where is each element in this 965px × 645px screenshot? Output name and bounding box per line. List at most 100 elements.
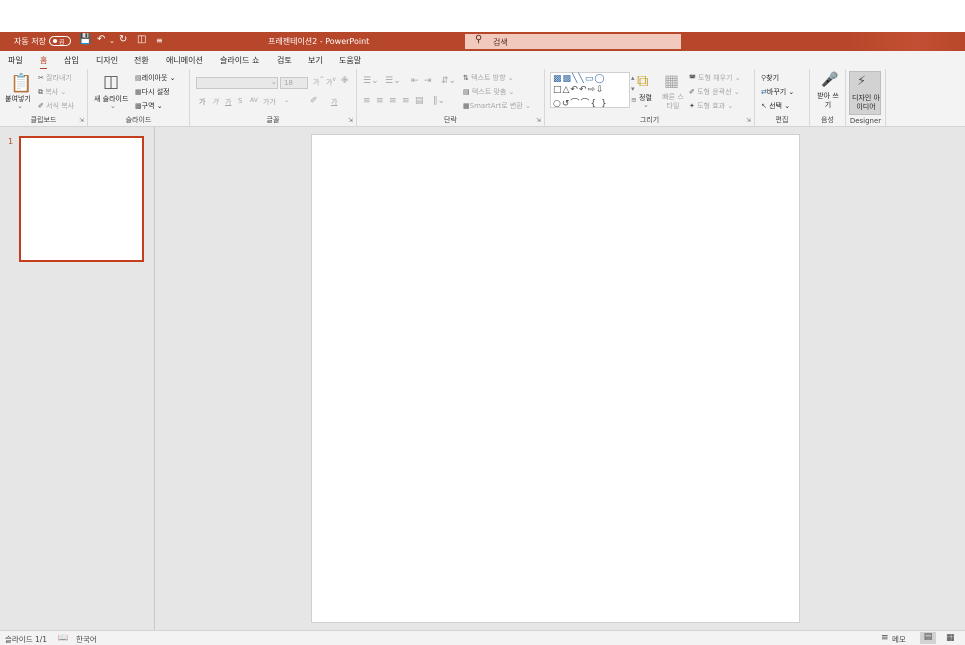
drawing-launcher-icon[interactable]: ⇲ [746, 117, 751, 124]
search-box[interactable]: ⚲ 검색 [465, 34, 681, 49]
fill-bucket-icon: ◚ [689, 74, 696, 82]
tab-file[interactable]: 파일 [8, 55, 23, 66]
justify-icon[interactable]: ≡ [402, 96, 410, 106]
microphone-icon[interactable]: 🎤 [821, 72, 838, 88]
shape-outline-label: 도형 윤곽선 [697, 88, 732, 96]
tab-transitions[interactable]: 전환 [134, 55, 149, 66]
arrange-dropdown-icon[interactable]: ⌄ [643, 101, 649, 109]
font-size-combo[interactable]: 18 [280, 77, 308, 89]
char-spacing-button[interactable]: AV [250, 97, 258, 104]
shapes-scroll-down-icon[interactable]: ▾ [631, 85, 635, 93]
reset-button[interactable]: ▦다시 설정 [135, 87, 170, 97]
shrink-font-button[interactable]: 가v [326, 77, 336, 87]
replace-label: 바꾸기 [766, 88, 787, 96]
new-slide-icon[interactable]: ◫ [103, 72, 119, 92]
normal-view-icon[interactable]: ▤ [920, 632, 936, 644]
more-font-dropdown-icon[interactable]: ⌄ [284, 97, 289, 104]
font-name-combo[interactable] [196, 77, 278, 89]
shape-effects-button[interactable]: ✦ 도형 효과 ⌄ [689, 101, 733, 111]
font-name-dropdown-icon[interactable]: ⌄ [271, 78, 277, 86]
redo-icon[interactable]: ↻ [119, 34, 127, 45]
slide-count: 슬라이드 1/1 [5, 635, 48, 644]
notes-button[interactable]: 메모 [892, 634, 906, 645]
clipboard-launcher-icon[interactable]: ⇲ [79, 117, 84, 124]
cursor-icon: ↖ [761, 102, 767, 110]
customize-qat-icon[interactable]: ≡ [156, 36, 163, 45]
account-area[interactable] [848, 32, 965, 51]
quick-styles-icon[interactable]: ▦ [664, 71, 679, 90]
replace-button[interactable]: ⇄바꾸기 ⌄ [761, 87, 794, 97]
find-button[interactable]: ⚲찾기 [761, 73, 779, 83]
bold-button[interactable]: 가 [199, 97, 205, 107]
autosave-label: 자동 저장 [14, 37, 46, 46]
language-indicator[interactable]: 한국어 [76, 634, 97, 645]
shapes-gallery[interactable]: ▩▩╲╲▭◯ □△↶↶⇨⇩ ○↺⌒⌒{ } [550, 72, 630, 109]
align-text-label: 텍스트 맞춤 [471, 88, 507, 96]
align-center-icon[interactable]: ≡ [376, 96, 384, 106]
shapes-row-2[interactable]: □△↶↶⇨⇩ [553, 85, 605, 95]
align-left-icon[interactable]: ≡ [363, 96, 371, 106]
tab-help[interactable]: 도움말 [339, 55, 361, 66]
shapes-scroll-up-icon[interactable]: ▴ [631, 74, 635, 82]
distributed-icon[interactable]: ▤ [415, 96, 424, 106]
italic-button[interactable]: 가 [212, 97, 218, 107]
tab-design[interactable]: 디자인 [96, 55, 118, 66]
undo-dropdown-icon[interactable]: ⌄ [109, 37, 115, 45]
columns-icon[interactable]: ∥⌄ [433, 96, 445, 106]
present-icon[interactable]: ◫ [137, 34, 146, 45]
increase-indent-icon[interactable]: ⇥ [424, 76, 432, 86]
numbering-icon[interactable]: ☰⌄ [385, 76, 401, 86]
shapes-more-icon[interactable]: ≡ [631, 96, 637, 104]
shapes-row-3[interactable]: ○↺⌒⌒{ } [553, 96, 608, 109]
dictate-button[interactable]: 받아 쓰기 [816, 92, 840, 110]
spell-check-icon[interactable]: 📖 [58, 633, 68, 642]
layout-button[interactable]: ▤레이아웃 ⌄ [135, 73, 175, 83]
design-ideas-button[interactable]: ⚡ 디자인 아이디어 [849, 71, 881, 115]
save-icon[interactable]: 💾 [79, 34, 91, 45]
font-launcher-icon[interactable]: ⇲ [348, 117, 353, 124]
shape-outline-button[interactable]: ✐ 도형 윤곽선 ⌄ [689, 87, 740, 97]
bullets-icon[interactable]: ☰⌄ [363, 76, 379, 86]
align-right-icon[interactable]: ≡ [389, 96, 397, 106]
tab-review[interactable]: 검토 [277, 55, 292, 66]
cut-button[interactable]: ✂ 잘라내기 [38, 73, 72, 83]
tab-animations[interactable]: 애니메이션 [166, 55, 203, 66]
font-color-button[interactable]: 가 [331, 97, 337, 107]
paragraph-launcher-icon[interactable]: ⇲ [536, 117, 541, 124]
autosave-toggle[interactable]: 끔 [49, 36, 71, 46]
new-slide-dropdown-icon[interactable]: ⌄ [110, 102, 116, 110]
copy-button[interactable]: ⧉ 복사 ⌄ [38, 87, 66, 97]
undo-icon[interactable]: ↶ [97, 34, 105, 45]
paste-icon[interactable]: 📋 [10, 73, 32, 94]
align-text-button[interactable]: ▤ 텍스트 맞춤 ⌄ [463, 87, 514, 97]
tab-home[interactable]: 홈 [40, 55, 48, 70]
change-case-button[interactable]: 가가 [263, 97, 276, 107]
shape-fill-button[interactable]: ◚ 도형 채우기 ⌄ [689, 73, 741, 83]
notes-icon[interactable]: ≡ [881, 633, 889, 643]
underline-button[interactable]: 가 [225, 97, 231, 107]
clear-format-icon[interactable]: ✙ [341, 76, 349, 86]
quick-styles-button[interactable]: 빠른 스타일 [662, 93, 684, 111]
select-button[interactable]: ↖ 선택 ⌄ [761, 101, 790, 111]
highlight-icon[interactable]: ✐ [310, 96, 318, 106]
strikethrough-button[interactable]: S [238, 97, 242, 105]
shapes-row-1[interactable]: ▩▩╲╲▭◯ [553, 74, 605, 84]
grow-font-button[interactable]: 가^ [313, 77, 324, 87]
section-button[interactable]: ▩구역 ⌄ [135, 101, 163, 111]
decrease-indent-icon[interactable]: ⇤ [411, 76, 419, 86]
tab-insert[interactable]: 삽입 [64, 55, 79, 66]
section-label: 구역 [141, 102, 155, 110]
paste-dropdown-icon[interactable]: ⌄ [17, 102, 23, 110]
tab-view[interactable]: 보기 [308, 55, 323, 66]
slide-canvas[interactable] [311, 134, 800, 623]
slide-thumbnail[interactable] [19, 136, 144, 262]
slide-thumbnail-pane[interactable]: 1 [0, 127, 155, 630]
slide-sorter-icon[interactable]: ▦ [946, 633, 955, 643]
tab-slideshow[interactable]: 슬라이드 쇼 [220, 55, 259, 66]
voice-group-label: 음성 [821, 116, 834, 124]
arrange-icon[interactable]: ⧉ [637, 71, 648, 91]
text-direction-button[interactable]: ⇅ 텍스트 방향 ⌄ [463, 73, 514, 83]
line-spacing-icon[interactable]: ⇵⌄ [441, 76, 456, 86]
smartart-button[interactable]: ▦SmartArt로 변환 ⌄ [463, 101, 531, 111]
format-painter-button[interactable]: ✐ 서식 복사 [38, 101, 74, 111]
